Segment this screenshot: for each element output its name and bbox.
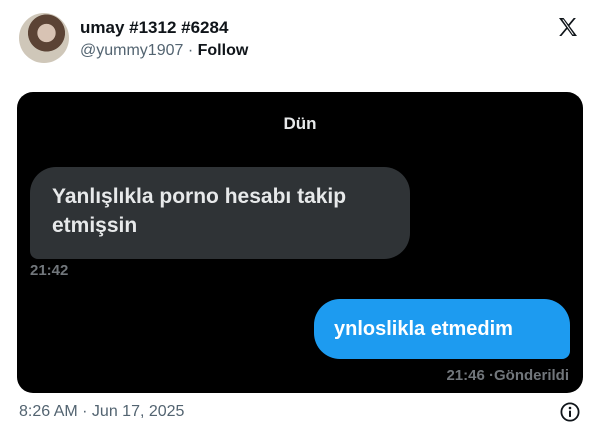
author-handle-row: @yummy1907 · Follow bbox=[80, 42, 248, 60]
tweet-header: umay #1312 #6284 @yummy1907 · Follow bbox=[0, 0, 600, 80]
outgoing-message: ynloslikla etmedim bbox=[314, 299, 570, 359]
day-label: Dün bbox=[283, 114, 317, 133]
separator: · bbox=[187, 42, 194, 59]
message-status: Gönderildi bbox=[494, 367, 569, 384]
outgoing-message-time: 21:46 bbox=[446, 367, 485, 384]
x-logo-icon[interactable] bbox=[556, 15, 580, 39]
dm-screenshot: Dün Yanlışlıkla porno hesabı takip etmiş… bbox=[17, 92, 583, 393]
follow-button[interactable]: Follow bbox=[198, 42, 249, 59]
info-icon[interactable] bbox=[560, 402, 580, 422]
incoming-message: Yanlışlıkla porno hesabı takip etmişsin bbox=[30, 167, 410, 259]
author-name[interactable]: umay #1312 #6284 bbox=[80, 18, 228, 38]
avatar[interactable] bbox=[19, 13, 69, 63]
author-handle[interactable]: @yummy1907 bbox=[80, 42, 183, 59]
incoming-message-time: 21:42 bbox=[30, 262, 69, 279]
outgoing-message-meta: 21:46 ·Gönderildi bbox=[446, 367, 569, 384]
tweet-timestamp[interactable]: 8:26 AM · Jun 17, 2025 bbox=[19, 403, 184, 421]
